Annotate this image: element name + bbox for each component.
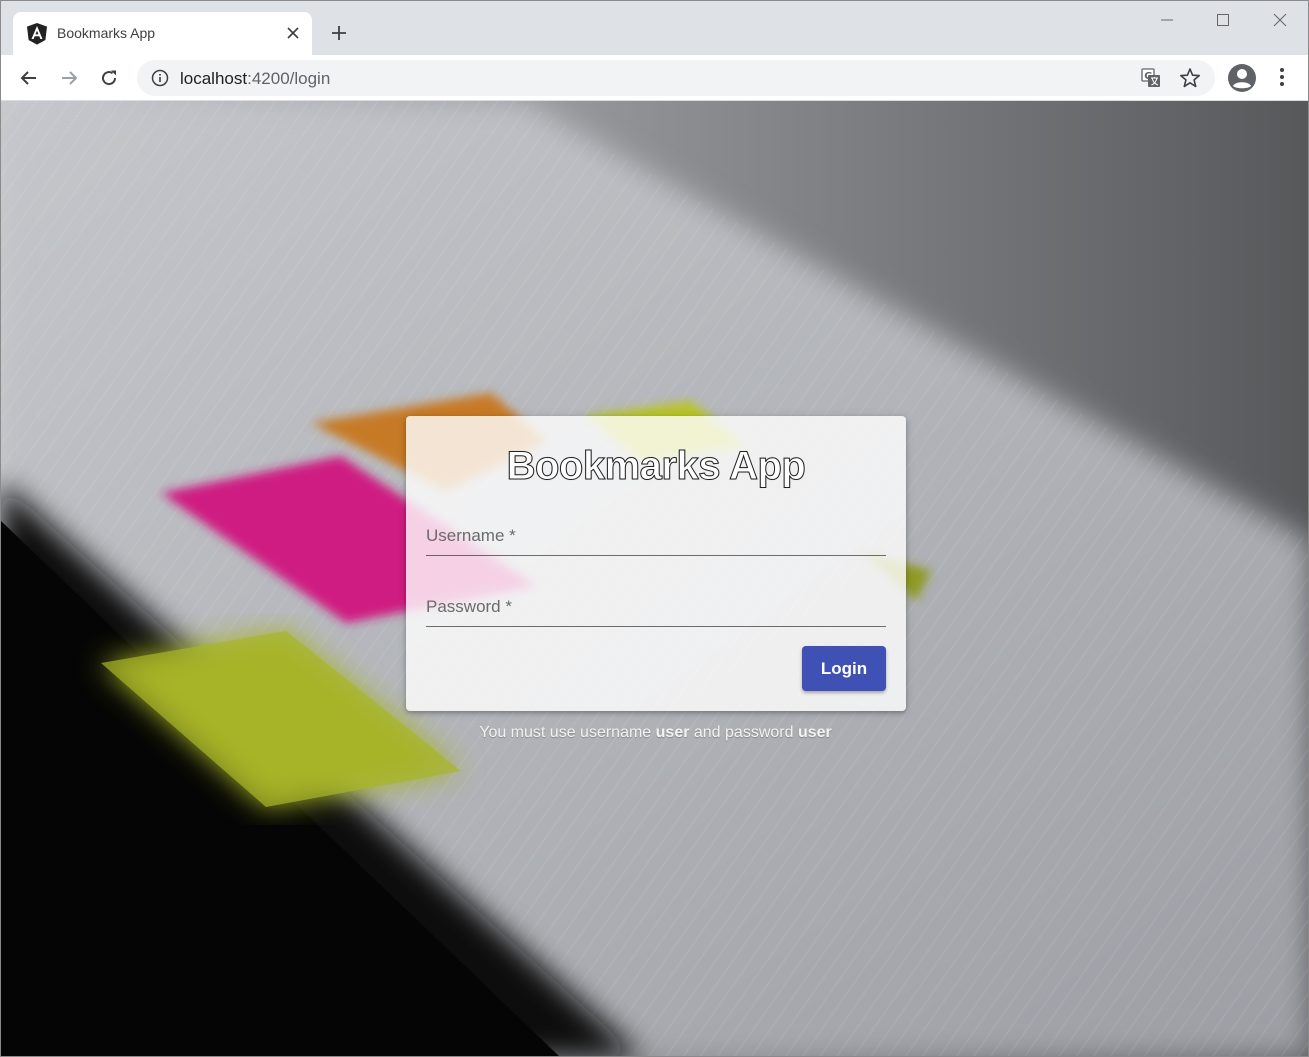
more-vert-icon[interactable] (1271, 65, 1293, 91)
password-input[interactable] (426, 593, 886, 619)
browser-window: Bookmarks App localhost:4200/login Bookm… (0, 0, 1309, 1057)
window-close-icon[interactable] (1265, 7, 1295, 33)
address-bar[interactable]: localhost:4200/login G (137, 60, 1215, 96)
arrow-left-icon[interactable] (15, 64, 43, 92)
star-icon[interactable] (1179, 67, 1201, 89)
page-viewport: Bookmarks App Username * Password * Logi… (1, 101, 1308, 1056)
tab-title: Bookmarks App (57, 25, 156, 41)
login-hint: You must use username user and password … (1, 724, 1308, 742)
maximize-icon[interactable] (1208, 7, 1238, 33)
url-text[interactable]: localhost:4200/login (180, 69, 330, 89)
hint-password: user (797, 724, 832, 741)
angular-logo-icon (27, 23, 47, 45)
close-icon[interactable] (283, 23, 303, 43)
login-card: Bookmarks App Username * Password * Logi… (406, 416, 906, 711)
hint-text-1: You must use username (479, 724, 656, 741)
arrow-right-icon[interactable] (55, 64, 83, 92)
password-field[interactable]: Password * (426, 587, 886, 627)
url-path: :4200/login (247, 69, 331, 88)
app-title: Bookmarks App (506, 444, 806, 489)
hint-username: user (655, 724, 690, 741)
translate-icon[interactable]: G (1141, 68, 1161, 88)
browser-tab[interactable]: Bookmarks App (13, 12, 312, 55)
hint-text-2: and password (689, 724, 798, 741)
reload-icon[interactable] (95, 64, 123, 92)
username-field[interactable]: Username * (426, 516, 886, 556)
minimize-icon[interactable] (1152, 7, 1182, 33)
username-input[interactable] (426, 522, 886, 548)
url-host: localhost (180, 69, 248, 88)
tab-strip: Bookmarks App (1, 1, 1308, 55)
info-icon[interactable] (151, 69, 169, 87)
account-circle-icon[interactable] (1227, 63, 1257, 93)
plus-icon[interactable] (326, 20, 352, 46)
login-button[interactable]: Login (802, 646, 886, 691)
browser-toolbar: localhost:4200/login G (1, 55, 1308, 101)
